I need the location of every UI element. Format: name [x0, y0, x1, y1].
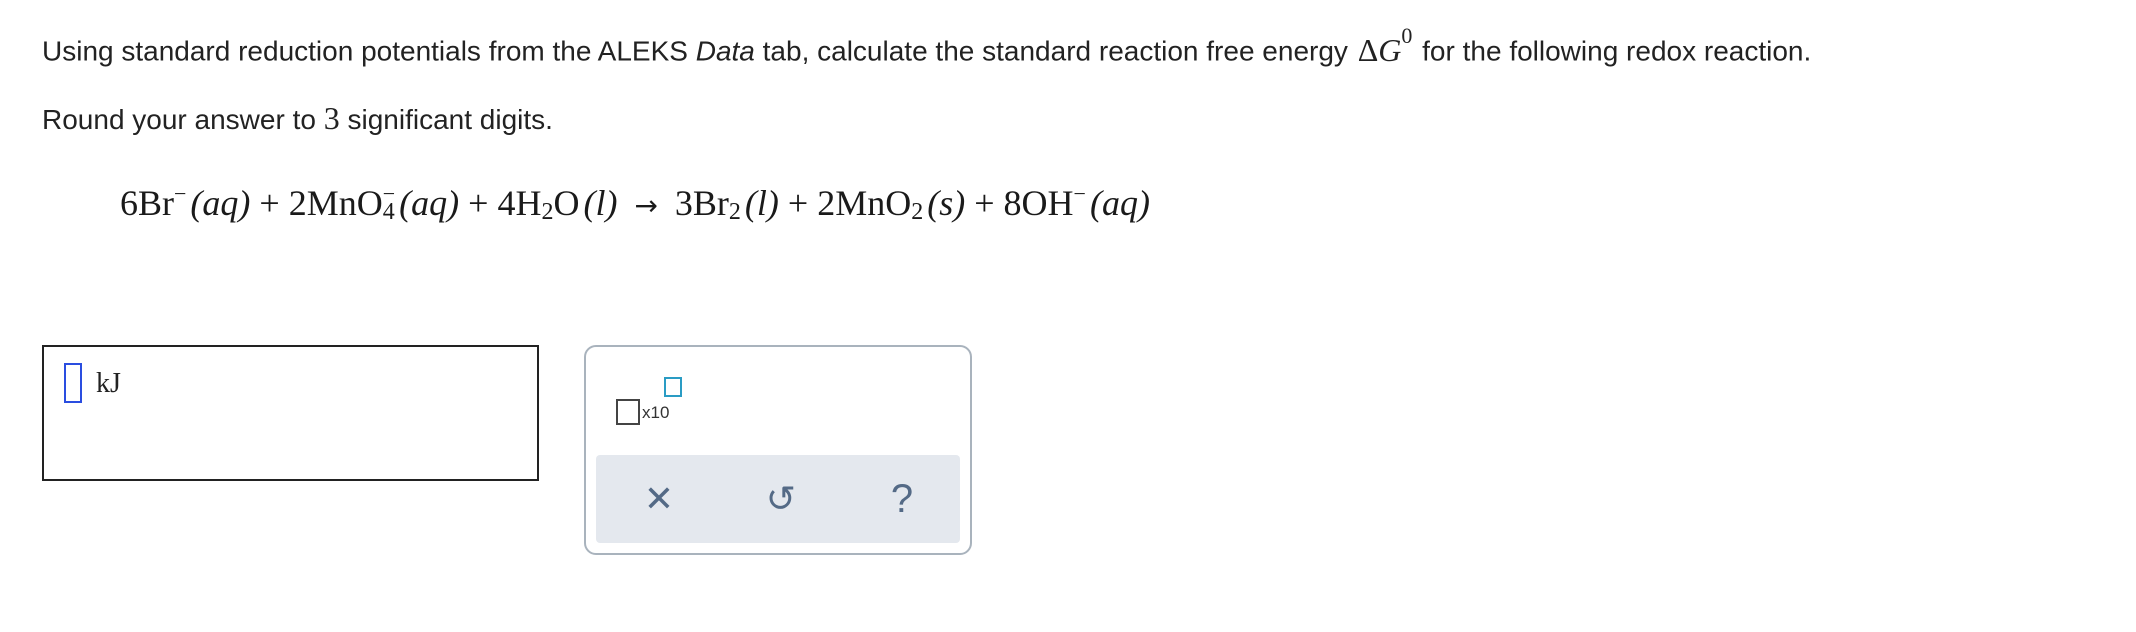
help-button[interactable]: ?: [882, 479, 922, 519]
reactant-permanganate-formula: 2MnO: [288, 183, 383, 223]
reactant-bromide-state: (aq): [190, 183, 251, 223]
scientific-notation-button[interactable]: x10: [612, 377, 692, 437]
reactant-water-formula: 4H: [497, 183, 542, 223]
plus-sign: +: [787, 183, 809, 223]
undo-button[interactable]: ↺: [761, 479, 801, 519]
reaction-arrow-icon: →: [634, 189, 658, 222]
reactant-water-oxygen: O: [553, 183, 580, 223]
product-bromine-state: (l): [744, 183, 779, 223]
question-text-part3: for the following redox reaction.: [1414, 35, 1812, 67]
reactant-water: 4H2O (l): [497, 183, 618, 225]
rounding-suffix: significant digits.: [339, 104, 553, 135]
palette-action-bar: ✕ ↺ ?: [596, 455, 960, 543]
answer-input-box[interactable]: kJ: [42, 345, 539, 481]
data-tab-reference: Data: [695, 35, 755, 67]
reactant-permanganate: 2MnO4− (aq): [288, 181, 460, 225]
product-hydroxide-state: (aq): [1089, 183, 1150, 223]
product-bromine-formula: 3Br: [674, 183, 729, 223]
plus-sign: +: [259, 183, 280, 223]
math-palette: x10 ✕ ↺ ?: [584, 345, 972, 555]
rounding-prefix: Round your answer to: [42, 104, 324, 135]
reactant-water-state: (l): [583, 183, 618, 223]
delta-g-symbol: ΔG0: [1357, 23, 1413, 68]
product-manganese-dioxide-subscript: 2: [911, 199, 924, 225]
sci-exponent-box-icon: [664, 377, 682, 397]
plus-sign: +: [974, 183, 995, 223]
sci-mantissa-box-icon: [616, 399, 640, 425]
delta-symbol: Δ: [1357, 31, 1379, 68]
undo-icon: ↺: [765, 478, 797, 519]
clear-button[interactable]: ✕: [639, 479, 679, 519]
sig-digits-count: 3: [323, 100, 340, 136]
reactant-bromide-formula: 6Br: [120, 183, 174, 223]
help-icon: ?: [890, 477, 914, 521]
answer-input-field[interactable]: [64, 363, 82, 403]
product-bromine: 3Br2 (l): [674, 183, 779, 225]
product-hydroxide-formula: 8OH: [1003, 183, 1074, 223]
product-bromine-subscript: 2: [728, 199, 741, 225]
reactant-permanganate-charge: −: [382, 181, 396, 206]
close-icon: ✕: [643, 478, 675, 519]
question-text: Using standard reduction potentials from…: [42, 20, 1811, 74]
sci-notation-label: x10: [642, 403, 670, 422]
standard-state-superscript: 0: [1401, 23, 1413, 48]
reactant-bromide-charge: −: [174, 181, 187, 206]
product-hydroxide-charge: −: [1073, 181, 1086, 206]
product-hydroxide: 8OH− (aq): [1003, 181, 1150, 223]
question-text-part2: tab, calculate the standard reaction fre…: [754, 35, 1356, 67]
reactant-water-subscript: 2: [541, 199, 554, 225]
rounding-instruction: Round your answer to 3 significant digit…: [42, 96, 553, 142]
product-manganese-dioxide: 2MnO2 (s): [817, 183, 966, 225]
answer-unit-label: kJ: [96, 368, 121, 399]
g-symbol: G: [1378, 31, 1402, 68]
question-text-part1: Using standard reduction potentials from…: [42, 35, 696, 67]
reactant-bromide: 6Br− (aq): [120, 181, 251, 223]
plus-sign: +: [468, 183, 489, 223]
redox-equation: 6Br− (aq) + 2MnO4− (aq) + 4H2O (l) → 3Br2 (l…: [120, 175, 1150, 236]
product-manganese-dioxide-state: (s): [927, 183, 966, 223]
product-manganese-dioxide-formula: 2MnO: [817, 183, 912, 223]
reactant-permanganate-state: (aq): [399, 183, 460, 223]
